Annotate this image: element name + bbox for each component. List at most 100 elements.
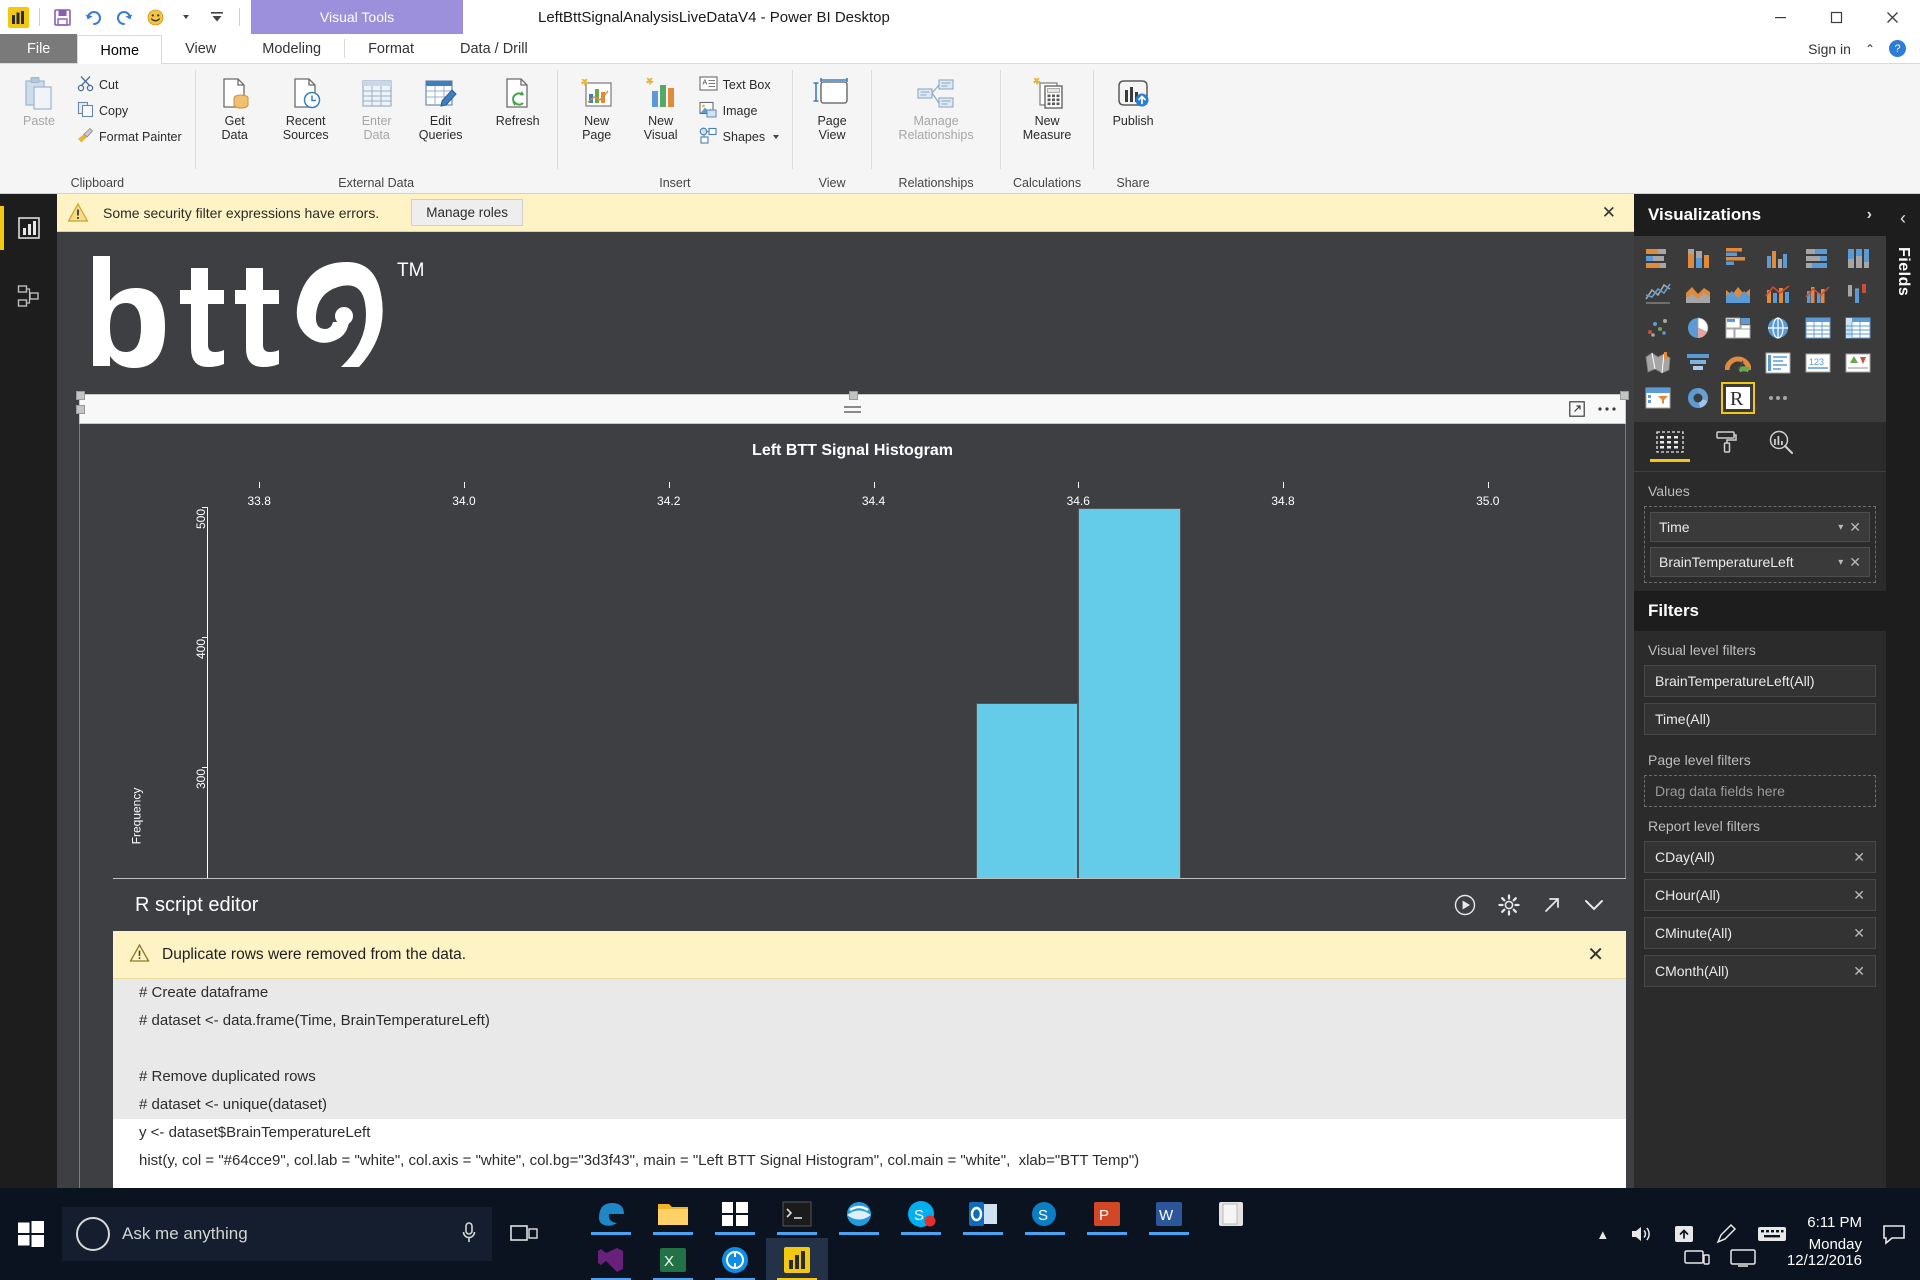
volume-icon[interactable] xyxy=(1629,1224,1653,1244)
treemap-icon[interactable] xyxy=(1723,314,1753,342)
show-hidden-icons-chevron[interactable]: ▲ xyxy=(1596,1227,1609,1242)
new-measure-button[interactable]: New Measure xyxy=(1009,70,1085,147)
tab-data-drill[interactable]: Data / Drill xyxy=(437,34,551,63)
image-button[interactable]: Image xyxy=(694,98,784,124)
sign-in-link[interactable]: Sign in xyxy=(1808,41,1851,57)
code-line[interactable]: y <- dataset$BrainTemperatureLeft xyxy=(113,1119,1626,1147)
pen-icon[interactable] xyxy=(1715,1223,1737,1245)
cut-button[interactable]: Cut xyxy=(72,72,187,98)
paste-button[interactable]: Paste xyxy=(8,70,70,132)
action-center-icon[interactable] xyxy=(1882,1223,1906,1245)
onenote-icon[interactable] xyxy=(1200,1192,1262,1236)
enter-data-button[interactable]: Enter Data xyxy=(346,70,408,147)
filter-pill[interactable]: BrainTemperatureLeft(All) xyxy=(1644,665,1876,697)
funnel-icon[interactable] xyxy=(1683,349,1713,377)
tab-view[interactable]: View xyxy=(162,34,239,63)
internet-explorer-icon[interactable] xyxy=(828,1192,890,1236)
undo-icon[interactable] xyxy=(81,5,105,29)
copy-button[interactable]: Copy xyxy=(72,98,187,124)
collapse-ribbon-icon[interactable]: ⌃ xyxy=(1865,42,1875,56)
edit-queries-button[interactable]: Edit Queries xyxy=(410,70,472,147)
windows-start-icon[interactable] xyxy=(0,1188,62,1280)
values-field-well[interactable]: Time▾✕ BrainTemperatureLeft▾✕ xyxy=(1644,506,1876,583)
format-paintroller-tab-icon[interactable] xyxy=(1714,430,1738,463)
relationship-view-icon[interactable] xyxy=(0,274,57,318)
value-field-pill[interactable]: BrainTemperatureLeft▾✕ xyxy=(1650,547,1870,577)
clock-date[interactable]: 12/12/2016 xyxy=(1776,1252,1862,1269)
resize-handle-top-middle[interactable] xyxy=(849,391,858,400)
help-icon[interactable]: ? xyxy=(1889,40,1906,57)
page-view-button[interactable]: Page View xyxy=(801,70,863,147)
filter-pill[interactable]: CMonth(All)✕ xyxy=(1644,955,1876,987)
slicer-icon[interactable] xyxy=(1643,384,1673,412)
visual-header[interactable] xyxy=(79,394,1626,424)
keyboard-icon[interactable] xyxy=(1757,1224,1787,1244)
search-input[interactable]: Ask me anything xyxy=(122,1224,248,1244)
close-icon[interactable]: ✕ xyxy=(1594,203,1624,223)
chevron-down-icon[interactable]: ▾ xyxy=(1832,522,1849,533)
minimize-button[interactable] xyxy=(1752,0,1808,34)
area-chart-icon[interactable] xyxy=(1683,279,1713,307)
publish-button[interactable]: Publish xyxy=(1102,70,1164,132)
file-explorer-icon[interactable] xyxy=(642,1192,704,1236)
microphone-icon[interactable] xyxy=(460,1221,478,1248)
manage-roles-button[interactable]: Manage roles xyxy=(411,199,523,226)
code-line[interactable]: # dataset <- unique(dataset) xyxy=(113,1091,1626,1119)
tab-home[interactable]: Home xyxy=(77,35,162,66)
connect-icon[interactable] xyxy=(1684,1248,1710,1272)
code-line[interactable] xyxy=(113,1035,1626,1063)
report-canvas[interactable]: TM xyxy=(57,232,1634,1208)
r-script-visual-icon[interactable]: R xyxy=(1723,384,1753,412)
redo-icon[interactable] xyxy=(112,5,136,29)
map-icon[interactable] xyxy=(1763,314,1793,342)
console-icon[interactable] xyxy=(766,1192,828,1236)
settings-gear-icon[interactable] xyxy=(1498,894,1520,916)
code-line[interactable]: # Create dataframe xyxy=(113,979,1626,1007)
stacked-area-chart-icon[interactable] xyxy=(1723,279,1753,307)
tab-file[interactable]: File xyxy=(0,34,77,63)
format-painter-button[interactable]: Format Painter xyxy=(72,124,187,150)
collapse-fields-icon[interactable]: ‹ xyxy=(1900,208,1906,229)
remove-filter-icon[interactable]: ✕ xyxy=(1853,887,1865,904)
remove-filter-icon[interactable]: ✕ xyxy=(1853,849,1865,866)
matrix-icon[interactable] xyxy=(1843,314,1873,342)
code-line[interactable]: # dataset <- data.frame(Time, BrainTempe… xyxy=(113,1007,1626,1035)
teamviewer-icon[interactable] xyxy=(704,1238,766,1280)
drag-handle-icon[interactable] xyxy=(844,406,861,413)
resize-handle-top-right[interactable] xyxy=(1620,391,1629,400)
remove-field-icon[interactable]: ✕ xyxy=(1849,554,1861,571)
remove-field-icon[interactable]: ✕ xyxy=(1849,519,1861,536)
store-icon[interactable] xyxy=(704,1192,766,1236)
filter-pill[interactable]: Time(All) xyxy=(1644,703,1876,735)
shapes-caret-icon[interactable] xyxy=(773,135,779,139)
smiley-feedback-icon[interactable] xyxy=(143,5,167,29)
line-chart-icon[interactable] xyxy=(1643,279,1673,307)
pie-chart-icon[interactable] xyxy=(1683,314,1713,342)
save-icon[interactable] xyxy=(50,5,74,29)
value-field-pill[interactable]: Time▾✕ xyxy=(1650,512,1870,542)
visual-studio-icon[interactable] xyxy=(580,1238,642,1280)
outlook-icon[interactable] xyxy=(952,1192,1014,1236)
r-code-editor[interactable]: # Create dataframe# dataset <- data.fram… xyxy=(113,979,1626,1208)
expand-panel-icon[interactable]: › xyxy=(1867,206,1872,224)
more-visuals-icon[interactable] xyxy=(1763,384,1793,412)
line-clustered-column-chart-icon[interactable] xyxy=(1803,279,1833,307)
new-page-button[interactable]: New Page xyxy=(566,70,628,147)
tab-modeling[interactable]: Modeling xyxy=(239,34,344,63)
recent-sources-button[interactable]: Recent Sources xyxy=(268,70,344,147)
resize-handle-top-left[interactable] xyxy=(76,391,85,400)
filled-map-icon[interactable] xyxy=(1643,349,1673,377)
edge-icon[interactable] xyxy=(580,1192,642,1236)
new-visual-button[interactable]: New Visual xyxy=(630,70,692,147)
shapes-button[interactable]: Shapes xyxy=(694,124,784,150)
clustered-bar-chart-icon[interactable] xyxy=(1723,244,1753,272)
clustered-column-chart-icon[interactable] xyxy=(1763,244,1793,272)
remove-filter-icon[interactable]: ✕ xyxy=(1853,963,1865,980)
remove-filter-icon[interactable]: ✕ xyxy=(1853,925,1865,942)
project-icon[interactable] xyxy=(1730,1248,1756,1272)
page-level-filters-dropzone[interactable]: Drag data fields here xyxy=(1644,775,1876,807)
stacked-column-chart-icon[interactable] xyxy=(1683,244,1713,272)
donut-chart-icon[interactable] xyxy=(1683,384,1713,412)
multi-row-card-icon[interactable] xyxy=(1763,349,1793,377)
upload-icon[interactable] xyxy=(1673,1224,1695,1244)
